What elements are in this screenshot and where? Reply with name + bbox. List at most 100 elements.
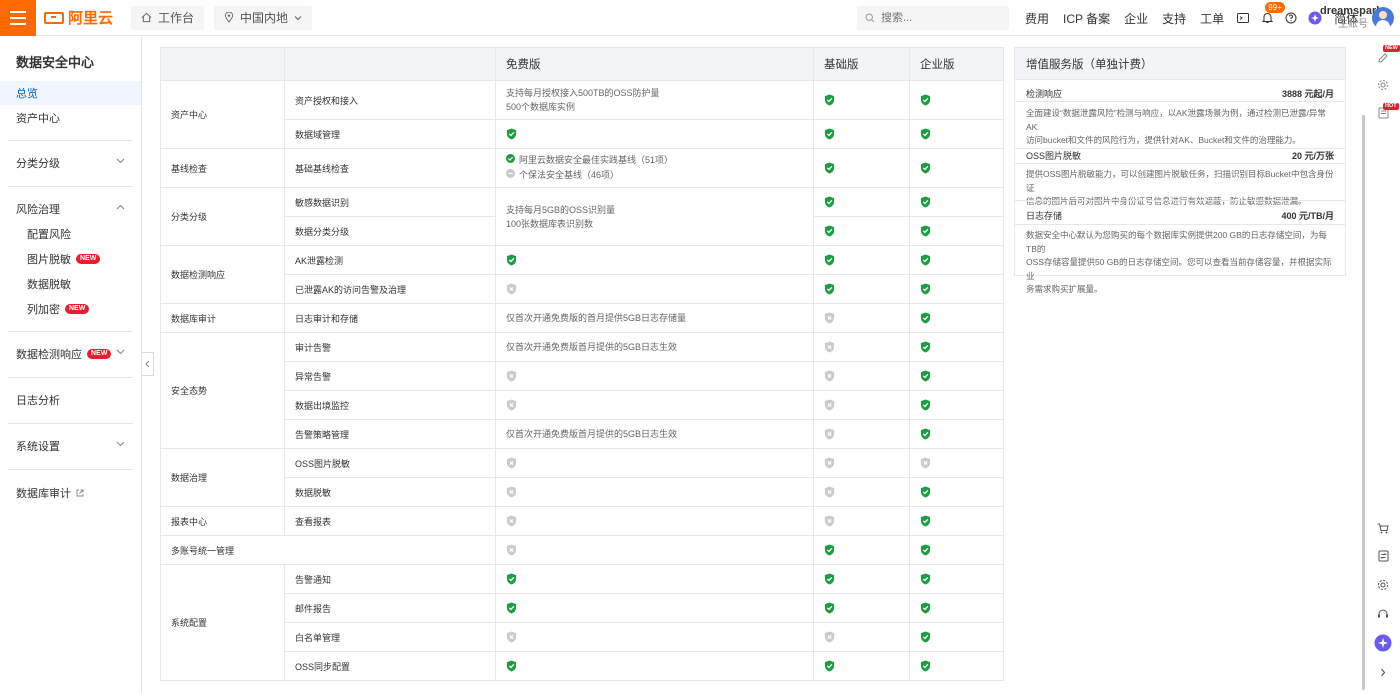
- basic-cell: [813, 303, 910, 333]
- category-cell: 系统配置: [160, 564, 285, 681]
- free-desc: 500个数据库实例: [506, 102, 576, 112]
- home-icon: [141, 12, 152, 23]
- help-icon[interactable]: [1279, 12, 1303, 24]
- nav-enterprise[interactable]: 企业: [1117, 10, 1155, 27]
- table-row: 数据脱敏: [161, 477, 1004, 507]
- search-box[interactable]: [857, 6, 1009, 30]
- unavailable-icon: [506, 283, 517, 295]
- sidebar-item-label: 资产中心: [16, 113, 60, 125]
- enterprise-cell: [909, 593, 1004, 623]
- feature-cell: 资产授权和接入: [284, 80, 496, 120]
- sidebar-item-config-risk[interactable]: 配置风险: [0, 222, 141, 246]
- nav-billing[interactable]: 费用: [1018, 10, 1056, 27]
- enterprise-cell: [909, 148, 1004, 188]
- gear-icon[interactable]: [1374, 576, 1392, 594]
- sidebar-item-risk-governance[interactable]: 风险治理: [0, 197, 141, 221]
- feature-cell: OSS图片脱敏: [284, 448, 496, 478]
- enterprise-cell: [909, 448, 1004, 478]
- top-nav: 费用 ICP 备案 企业 支持 工单 99+ 简体: [1018, 0, 1365, 36]
- feature-cell: 告警策略管理: [284, 419, 496, 449]
- panel-divider: [1015, 200, 1345, 201]
- top-bar: 阿里云 工作台 中国内地 费用 ICP 备案 企业 支持 工单 99+ 简体 d…: [0, 0, 1400, 36]
- check-icon: [920, 399, 931, 411]
- unavailable-icon: [506, 631, 517, 643]
- aliyun-logo-icon: [44, 11, 64, 24]
- check-icon: [824, 660, 835, 672]
- sidebar-item-label: 分类分级: [16, 158, 60, 170]
- chevron-right-icon[interactable]: [1374, 663, 1392, 681]
- sidebar-item-data-masking[interactable]: 数据脱敏: [0, 272, 141, 296]
- settings-cog-icon[interactable]: [1374, 76, 1392, 94]
- nav-support[interactable]: 支持: [1155, 10, 1193, 27]
- check-icon: [506, 254, 517, 266]
- service-desc: 提供OSS图片脱敏能力，可以创建图片脱敏任务，扫描识别目标Bucket中包含身份…: [1026, 168, 1334, 209]
- check-icon: [920, 486, 931, 498]
- sidebar-item-label: 数据脱敏: [27, 279, 71, 291]
- region-selector[interactable]: 中国内地: [214, 5, 313, 30]
- free-desc-cell: 仅首次开通免费版首月提供的5GB日志生效: [495, 419, 814, 449]
- enterprise-cell: [909, 245, 1004, 275]
- basic-cell: [813, 448, 910, 478]
- feature-comparison-table: 免费版 基础版 企业版 资产中心 资产授权和接入 支持每月授权接入500TB的O…: [160, 47, 1004, 681]
- sidebar-title: 数据安全中心: [16, 55, 95, 70]
- sidebar-item-system-settings[interactable]: 系统设置: [0, 434, 141, 458]
- scrollbar[interactable]: [1362, 115, 1365, 690]
- table-row: 基线检查 基础基线检查 阿里云数据安全最佳实践基线（51项） 个保法安全基线（4…: [160, 148, 1004, 188]
- sidebar-item-asset-center[interactable]: 资产中心: [0, 106, 141, 130]
- sidebar-collapse-toggle[interactable]: [142, 352, 154, 376]
- nav-icp[interactable]: ICP 备案: [1056, 10, 1117, 27]
- category-cell: 分类分级: [160, 187, 285, 246]
- free-cell: [495, 477, 814, 507]
- bell-icon[interactable]: 99+: [1255, 2, 1285, 24]
- headset-icon[interactable]: [1374, 605, 1392, 623]
- sidebar-item-log-analysis[interactable]: 日志分析: [0, 388, 141, 412]
- table-row: 邮件报告: [161, 593, 1004, 623]
- brand-logo[interactable]: 阿里云: [44, 7, 113, 28]
- terminal-icon[interactable]: [1231, 13, 1255, 23]
- chevron-down-icon: [116, 349, 125, 355]
- workbench-button[interactable]: 工作台: [131, 5, 205, 30]
- feature-cell: 审计告警: [284, 332, 496, 362]
- external-link-icon: [76, 489, 84, 497]
- unavailable-icon: [824, 312, 835, 324]
- sidebar-item-data-detection[interactable]: 数据检测响应 NEW: [0, 342, 141, 366]
- hot-badge: HOT: [1383, 103, 1399, 110]
- sidebar-item-overview[interactable]: 总览: [0, 81, 141, 105]
- ai-assistant-icon[interactable]: [1374, 634, 1392, 652]
- free-desc: 个保法安全基线（46项）: [519, 170, 620, 180]
- sidebar-item-image-masking[interactable]: 图片脱敏 NEW: [0, 247, 141, 271]
- category-cell: 数据库审计: [160, 303, 285, 333]
- feature-cell: 邮件报告: [284, 593, 496, 623]
- enterprise-cell: [909, 216, 1004, 246]
- search-input[interactable]: [881, 12, 1001, 24]
- unavailable-icon: [824, 515, 835, 527]
- check-icon: [920, 573, 931, 585]
- free-cell: [495, 274, 814, 304]
- avatar[interactable]: [1372, 7, 1394, 29]
- basic-cell: [813, 148, 910, 188]
- sidebar-item-classification[interactable]: 分类分级: [0, 151, 141, 175]
- sidebar-item-label: 数据检测响应: [16, 349, 82, 361]
- nav-ticket[interactable]: 工单: [1193, 10, 1231, 27]
- basic-cell: [813, 332, 910, 362]
- basic-cell: [813, 80, 910, 120]
- chevron-down-icon: [294, 15, 302, 20]
- enterprise-cell: [909, 564, 1004, 594]
- check-icon: [824, 254, 835, 266]
- hamburger-menu-icon[interactable]: [0, 0, 36, 36]
- table-row: 数据出境监控: [161, 390, 1004, 420]
- unavailable-icon: [824, 399, 835, 411]
- check-icon: [920, 370, 931, 382]
- feature-cell: 日志审计和存储: [284, 303, 496, 333]
- panel-divider: [1015, 163, 1345, 164]
- service-row: OSS图片脱敏 20 元/万张: [1026, 149, 1334, 162]
- transfer-icon[interactable]: [1374, 547, 1392, 565]
- free-desc-cell: 支持每月5GB的OSS识别量 100张数据库表识别数: [495, 187, 814, 246]
- sidebar-item-column-encryption[interactable]: 列加密 NEW: [0, 297, 141, 321]
- sidebar-item-db-audit[interactable]: 数据库审计: [0, 481, 141, 505]
- enterprise-cell: [909, 390, 1004, 420]
- user-menu[interactable]: dreamspark 主账号: [1320, 5, 1382, 31]
- service-desc-line: 务需求购买扩展量。: [1026, 284, 1103, 294]
- cart-icon[interactable]: [1374, 519, 1392, 537]
- feature-cell: 数据分类分级: [284, 216, 496, 246]
